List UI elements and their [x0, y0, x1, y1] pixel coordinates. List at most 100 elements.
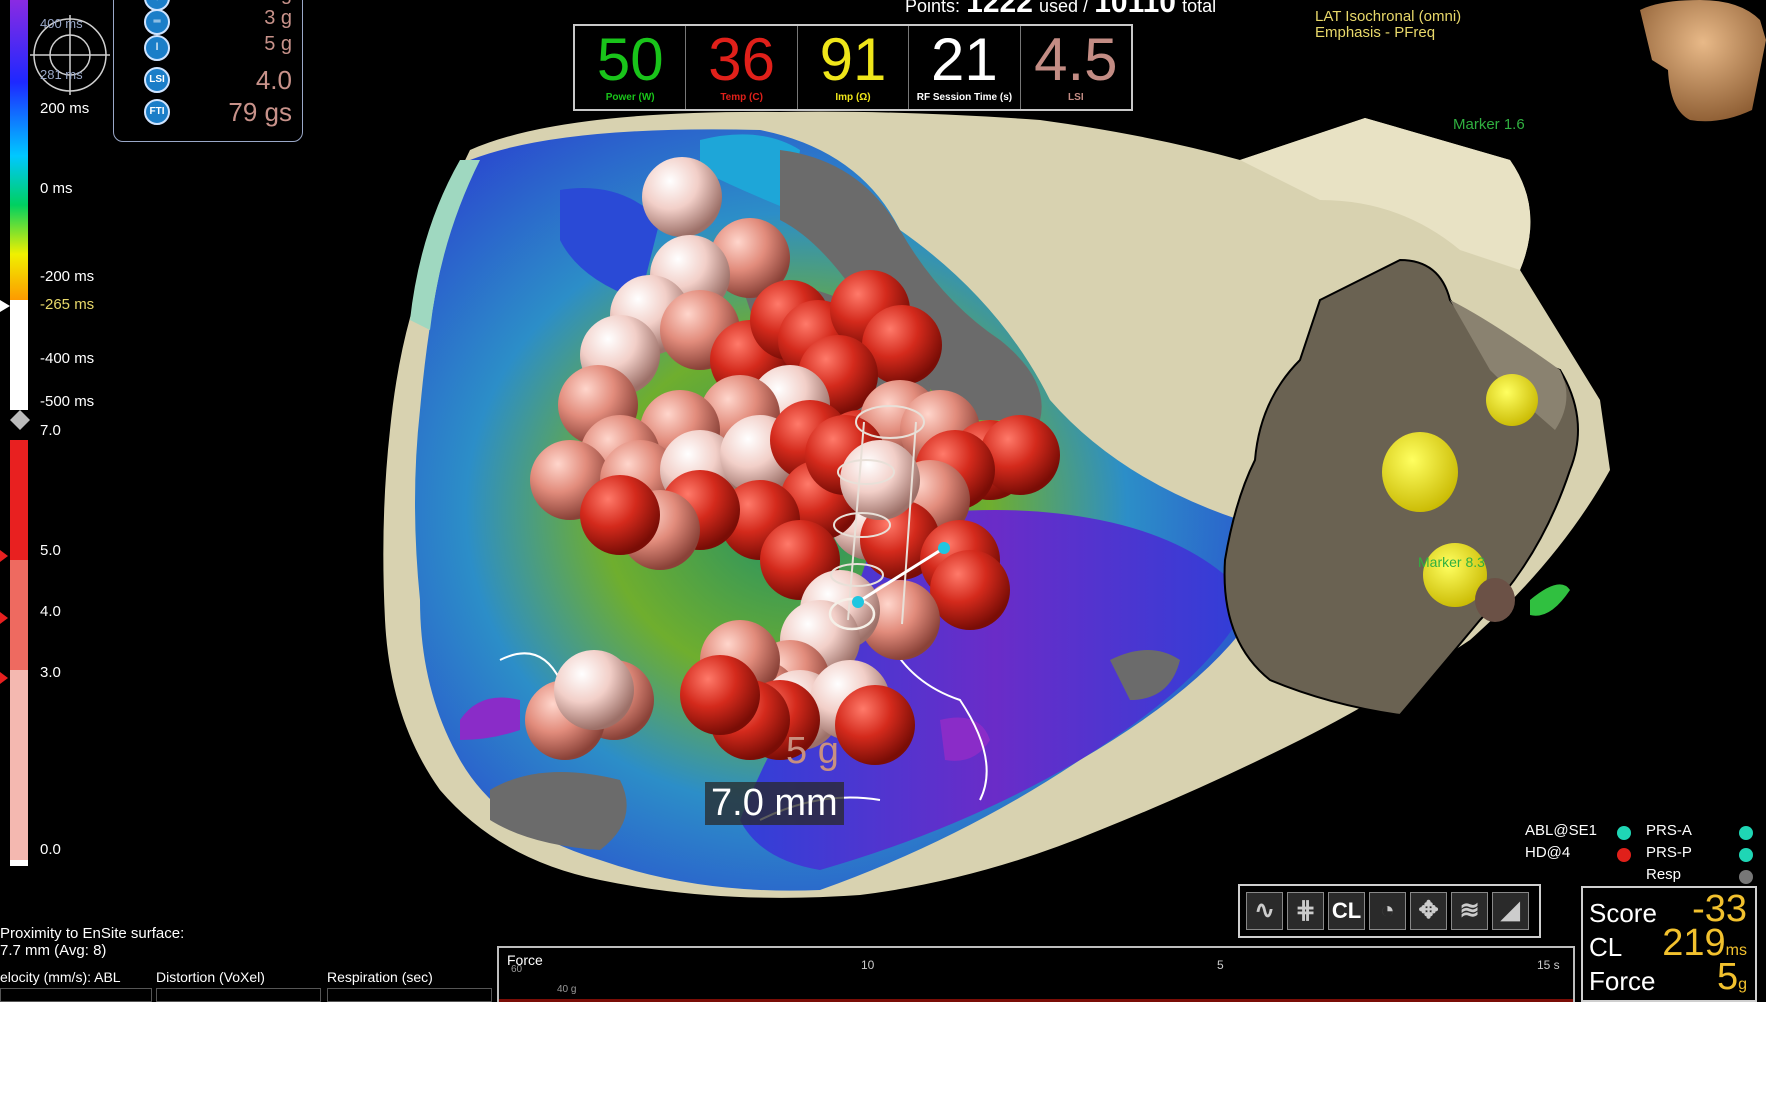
view-tool-strip: ∿ ⋕ CL ◔ ✥ ≋ ◢: [1238, 884, 1541, 938]
status-label: PRS-P: [1646, 844, 1692, 861]
rf-parameters-panel: 50 Power (W) 36 Temp (C) 91 Imp (Ω) 21 RF Sessi…: [573, 24, 1133, 111]
lsi-scale-label: 5.0: [40, 542, 61, 559]
cardiac-map-3d-view[interactable]: [0, 0, 1766, 1002]
cycle-length-button[interactable]: CL: [1328, 892, 1365, 930]
map-type-line: LAT Isochronal (omni): [1315, 8, 1462, 25]
status-dot: [1739, 870, 1753, 884]
rf-value: 50: [596, 26, 664, 93]
lesion-sphere: [642, 157, 722, 237]
cl-label: CL: [1589, 932, 1623, 962]
force-label: Force: [1589, 966, 1656, 996]
ring-label-inner: 281 ms: [40, 67, 83, 82]
rf-label: Imp (Ω): [835, 92, 871, 103]
timeline-tick-10: 10: [861, 958, 875, 972]
rf-cell-2: 91 Imp (Ω): [798, 26, 910, 109]
torso-orientation-icon: [1640, 0, 1766, 122]
velocity-bar: [0, 988, 152, 1002]
respiration-bar: [327, 988, 492, 1002]
rf-cell-0: 50 Power (W): [575, 26, 687, 109]
force-lateral-icon[interactable]: ǀ: [144, 35, 170, 61]
timeline-tick-15: 15 s: [1537, 958, 1560, 972]
contact-force-panel: ↑5 g═3 gǀ5 gLSI4.0FTI79 gs: [113, 0, 303, 142]
rf-cell-3: 21 RF Session Time (s): [909, 26, 1021, 109]
lsi-icon[interactable]: LSI: [144, 67, 170, 93]
ring-label-outer: 400 ms: [40, 16, 83, 31]
lesion-sphere: [840, 440, 920, 520]
lsi-scale-label: 0.0: [40, 841, 61, 858]
points-used: 1222: [966, 0, 1033, 19]
velocity-label: elocity (mm/s): ABL: [0, 969, 121, 985]
rf-cell-4: 4.5 LSI: [1021, 26, 1131, 109]
force-row-value: 79 gs: [228, 97, 292, 127]
lesion-sphere: [930, 550, 1010, 630]
lesion-sphere: [554, 650, 634, 730]
respiration-label: Respiration (sec): [327, 969, 433, 985]
distortion-bar: [156, 988, 321, 1002]
move-arrows-icon[interactable]: ✥: [1410, 892, 1447, 930]
vibration-icon[interactable]: ≋: [1451, 892, 1488, 930]
rf-value: 36: [708, 26, 775, 93]
gauge-icon[interactable]: ◔: [1369, 892, 1406, 930]
status-dot: [1739, 826, 1753, 840]
timeline-baseline: [499, 999, 1573, 1002]
lesion-sphere: [835, 685, 915, 765]
force-row-value: 5 g: [264, 33, 292, 55]
rf-label: LSI: [1068, 92, 1084, 103]
lesion-sphere: [680, 655, 760, 735]
status-dot: [1617, 848, 1631, 862]
lat-scale-label: -500 ms: [40, 393, 95, 410]
status-label: HD@4: [1525, 844, 1571, 861]
points-count: Points: 1222 used / 10110 total: [905, 0, 1216, 20]
points-total: 10110: [1094, 0, 1176, 19]
marker-label-1: Marker 1.6: [1453, 116, 1525, 133]
force-row-value: 5 g: [264, 0, 292, 6]
force-row-value: 3 g: [264, 7, 292, 29]
rf-value: 91: [819, 26, 887, 93]
ecg-waveform-icon[interactable]: ∿: [1246, 892, 1283, 930]
timeline-side-tick-top: 60: [511, 964, 523, 975]
ensite-mapping-screen: Points: 1222 used / 10110 total LAT Isoc…: [0, 0, 1766, 1002]
force-value-row: 5g: [1717, 956, 1747, 999]
timeline-side-tick-bottom: 40 g: [557, 984, 577, 995]
score-panel: Score -33 CL 219ms Force 5g: [1581, 886, 1757, 1002]
force-axial-icon[interactable]: ═: [144, 9, 170, 35]
map-emphasis-line: Emphasis - PFreq: [1315, 24, 1436, 41]
lsi-scale-label: 3.0: [40, 664, 61, 681]
status-dot: [1739, 848, 1753, 862]
lesion-sphere: [580, 475, 660, 555]
lsi-color-scale: [10, 440, 28, 560]
status-dot: [1617, 826, 1631, 840]
rf-value: 21: [931, 26, 998, 93]
rf-value: 4.5: [1034, 26, 1118, 93]
status-label: Resp: [1646, 866, 1682, 883]
force-row-value: 4.0: [255, 65, 292, 95]
points-used-label: used /: [1039, 0, 1089, 16]
proximity-value: 7.7 mm (Avg: 8): [0, 942, 107, 959]
rf-label: Temp (C): [720, 92, 763, 103]
catheter-view-icon[interactable]: ◢: [1492, 892, 1529, 930]
points-total-label: total: [1182, 0, 1217, 16]
points-prefix: Points:: [905, 0, 961, 16]
lat-scale-label: -400 ms: [40, 350, 95, 367]
lat-scale-label: 200 ms: [40, 100, 90, 117]
force-annotation: 5 g: [786, 730, 839, 772]
distance-annotation: 7.0 mm: [705, 782, 844, 825]
force-timeline[interactable]: Force 60 40 g 10 5 15 s: [497, 946, 1575, 1002]
rf-label: Power (W): [605, 92, 655, 103]
lsi-scale-label: 7.0: [40, 422, 61, 439]
force-unit: g: [1738, 976, 1747, 993]
rf-cell-1: 36 Temp (C): [686, 26, 798, 109]
lat-scale-label: -265 ms: [40, 296, 95, 313]
signal-compare-icon[interactable]: ⋕: [1287, 892, 1324, 930]
score-label: Score: [1589, 898, 1657, 928]
timeline-tick-5: 5: [1217, 958, 1224, 972]
lsi-scale-label: 4.0: [40, 603, 61, 620]
proximity-title: Proximity to EnSite surface:: [0, 925, 185, 942]
lat-scale-label: 0 ms: [40, 180, 73, 197]
force-value: 5: [1716, 956, 1739, 998]
fti-icon[interactable]: FTI: [144, 99, 170, 125]
status-label: ABL@SE1: [1525, 822, 1597, 839]
distortion-label: Distortion (VoXel): [156, 969, 265, 985]
marker-label-2: Marker 8.3: [1418, 554, 1485, 570]
lat-scale-label: -200 ms: [40, 268, 95, 285]
